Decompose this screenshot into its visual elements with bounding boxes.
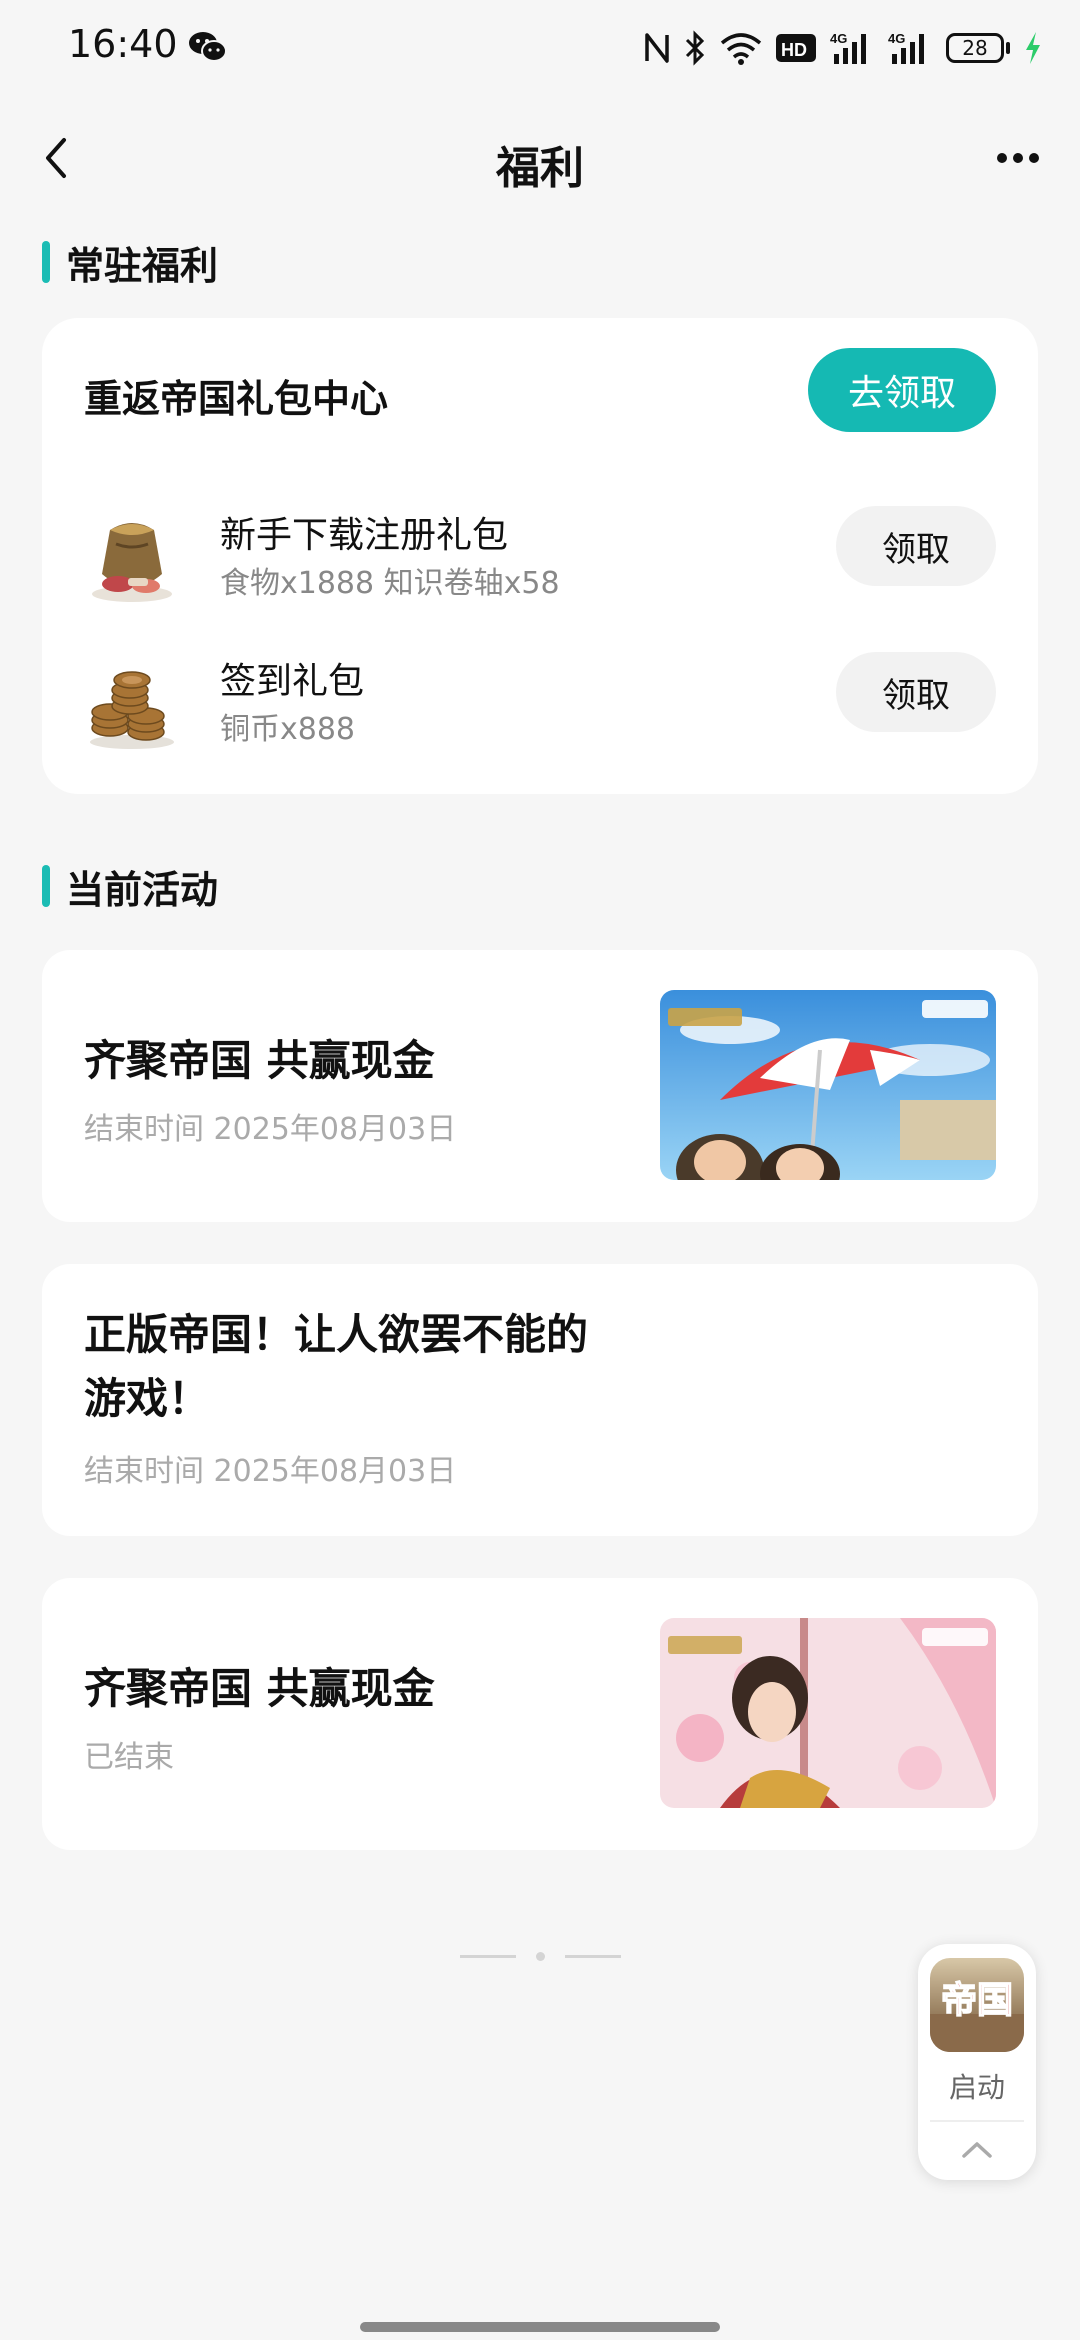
- event-card[interactable]: 齐聚帝国 共赢现金 结束时间 2025年08月03日: [42, 950, 1038, 1222]
- event-card[interactable]: 正版帝国！让人欲罢不能的 游戏！ 结束时间 2025年08月03日: [42, 1264, 1038, 1536]
- grain-sack-icon: [92, 523, 172, 602]
- coin-stack-icon: [90, 671, 174, 749]
- event-title-line1: 正版帝国！让人欲罢不能的: [84, 1310, 589, 1359]
- launch-label[interactable]: 启动: [918, 2066, 1036, 2106]
- pager-dot: [535, 1952, 545, 1961]
- more-options-button[interactable]: [986, 128, 1050, 188]
- gift-name: 新手下载注册礼包: [220, 515, 509, 556]
- empress-banner-image: [660, 1618, 996, 1808]
- gift-desc: 食物x1888 知识卷轴x58: [220, 566, 560, 601]
- more-dot-icon: [997, 153, 1007, 163]
- empire-app-icon: 帝国: [930, 1958, 1024, 2052]
- svg-text:HD: HD: [781, 40, 807, 60]
- pager-line: [459, 1955, 516, 1958]
- floating-launcher: 帝国 启动: [918, 1944, 1036, 2180]
- hd-voice-icon: HD: [776, 34, 816, 62]
- claim-button[interactable]: 领取: [836, 652, 996, 732]
- section-title-text: 当前活动: [66, 867, 219, 912]
- status-bar: 16:40 HD 4G 4G 28: [0, 0, 1080, 96]
- event-status: 已结束: [84, 1740, 174, 1775]
- claim-button[interactable]: 领取: [836, 506, 996, 586]
- section-accent-bar: [42, 865, 50, 907]
- gift-desc: 铜币x888: [220, 712, 356, 747]
- home-indicator[interactable]: [360, 2322, 720, 2332]
- more-dot-icon: [1029, 153, 1039, 163]
- section-title-text: 常驻福利: [66, 243, 219, 288]
- launch-app-icon[interactable]: 帝国: [930, 1958, 1024, 2052]
- section-accent-bar: [42, 241, 50, 283]
- signal-4g-icon-1: 4G: [830, 31, 866, 64]
- wechat-icon: [189, 32, 227, 62]
- gift-center-title: 重返帝国礼包中心: [84, 377, 389, 421]
- status-icons: HD 4G 4G 28: [644, 26, 1042, 70]
- bluetooth-icon: [685, 30, 705, 66]
- page-title: 福利: [496, 143, 584, 194]
- go-claim-button[interactable]: 去领取: [808, 348, 996, 432]
- more-dot-icon: [1013, 153, 1023, 163]
- battery-indicator: 28: [946, 33, 1004, 63]
- status-time: 16:40: [68, 22, 178, 66]
- nfc-icon: [645, 33, 669, 63]
- wifi-icon: [720, 33, 762, 65]
- event-title-line2: 游戏！: [84, 1374, 211, 1423]
- event-title: 齐聚帝国 共赢现金: [84, 1664, 435, 1713]
- gift-row-checkin: 签到礼包 铜币x888 领取: [42, 640, 1038, 760]
- section-title-permanent: 常驻福利: [42, 240, 218, 288]
- pager-line: [564, 1955, 621, 1958]
- umbrella-banner-image: [660, 990, 996, 1180]
- event-end-time: 结束时间 2025年08月03日: [84, 1454, 457, 1489]
- event-end-time: 结束时间 2025年08月03日: [84, 1112, 457, 1147]
- chevron-up-icon[interactable]: [952, 2132, 1002, 2168]
- event-title: 齐聚帝国 共赢现金: [84, 1036, 435, 1085]
- gift-center-card: 重返帝国礼包中心 去领取 新手下载注册礼包 食物x1888 知识卷轴x58 领取: [42, 318, 1038, 794]
- page-indicator: [0, 1952, 1080, 1961]
- gift-row-newbie: 新手下载注册礼包 食物x1888 知识卷轴x58 领取: [42, 494, 1038, 614]
- battery-cap: [1006, 42, 1010, 54]
- battery-level: 28: [962, 36, 988, 60]
- svg-text:4G: 4G: [888, 31, 905, 46]
- section-title-events: 当前活动: [42, 864, 218, 912]
- nav-bar: 福利: [0, 110, 1080, 206]
- charging-icon: [1026, 32, 1040, 64]
- launcher-divider: [930, 2120, 1024, 2122]
- gift-name: 签到礼包: [220, 661, 365, 702]
- svg-text:帝国: 帝国: [941, 1980, 1013, 2021]
- event-card[interactable]: 齐聚帝国 共赢现金 已结束: [42, 1578, 1038, 1850]
- signal-4g-icon-2: 4G: [888, 31, 924, 64]
- svg-text:4G: 4G: [830, 31, 847, 46]
